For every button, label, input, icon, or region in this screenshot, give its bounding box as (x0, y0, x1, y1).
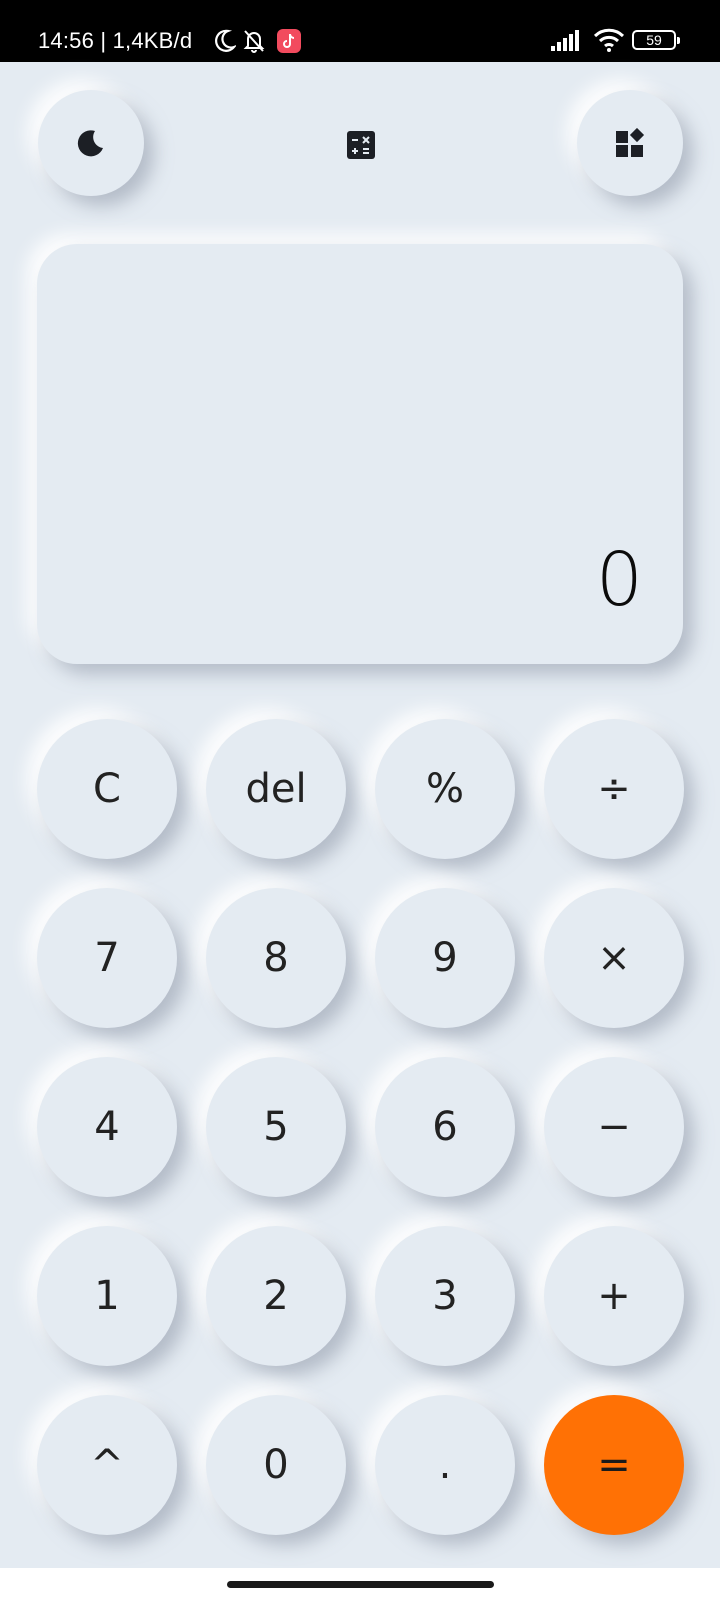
digit-9-button[interactable]: 9 (375, 888, 515, 1028)
calculator-icon[interactable] (347, 131, 375, 159)
status-time: 14:56 | 1,4KB/d (38, 28, 193, 53)
divide-button[interactable]: ÷ (544, 719, 684, 859)
subtract-button[interactable]: − (544, 1057, 684, 1197)
multiply-button[interactable]: × (544, 888, 684, 1028)
decimal-button[interactable]: . (375, 1395, 515, 1535)
home-indicator[interactable] (227, 1581, 494, 1588)
digit-0-button[interactable]: 0 (206, 1395, 346, 1535)
moon-icon (77, 130, 103, 157)
digit-4-button[interactable]: 4 (37, 1057, 177, 1197)
moon-icon (215, 29, 236, 52)
digit-3-button[interactable]: 3 (375, 1226, 515, 1366)
keypad: C del % ÷ 7 8 9 × 4 5 6 − 1 2 3 + ^ 0 . … (37, 719, 684, 1535)
digit-6-button[interactable]: 6 (375, 1057, 515, 1197)
digit-8-button[interactable]: 8 (206, 888, 346, 1028)
wifi-icon (593, 28, 625, 52)
battery-level: 59 (646, 32, 662, 48)
widgets-button[interactable] (577, 90, 683, 196)
result-display: 0 (37, 244, 683, 664)
status-bar: 14:56 | 1,4KB/d 59 (0, 0, 720, 62)
digit-5-button[interactable]: 5 (206, 1057, 346, 1197)
display-value: 0 (595, 537, 643, 623)
widgets-icon (616, 128, 645, 157)
battery-icon: 59 (632, 30, 680, 50)
bell-off-icon (243, 30, 265, 53)
equals-button[interactable]: = (544, 1395, 684, 1535)
digit-2-button[interactable]: 2 (206, 1226, 346, 1366)
clear-button[interactable]: C (37, 719, 177, 859)
signal-icon (551, 30, 579, 51)
theme-toggle-button[interactable] (38, 90, 144, 196)
digit-1-button[interactable]: 1 (37, 1226, 177, 1366)
percent-button[interactable]: % (375, 719, 515, 859)
digit-7-button[interactable]: 7 (37, 888, 177, 1028)
add-button[interactable]: + (544, 1226, 684, 1366)
tiktok-icon (277, 29, 301, 53)
delete-button[interactable]: del (206, 719, 346, 859)
power-button[interactable]: ^ (37, 1395, 177, 1535)
